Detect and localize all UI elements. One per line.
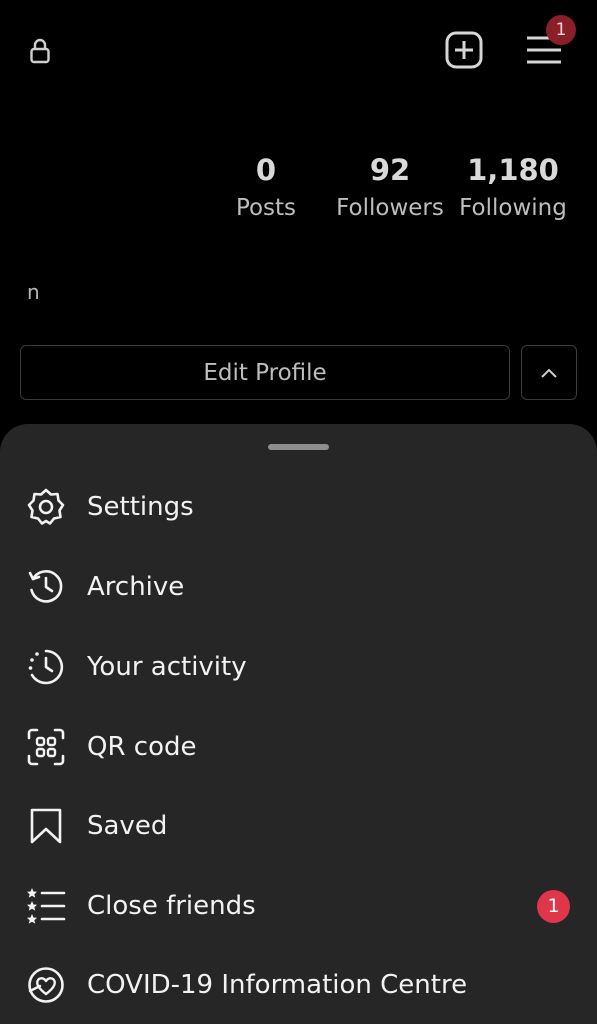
menu-item-covid-info[interactable]: COVID-19 Information Centre	[0, 950, 597, 1020]
menu-item-saved[interactable]: Saved	[0, 791, 597, 861]
menu-item-label: COVID-19 Information Centre	[87, 970, 468, 1000]
profile-screen: 1 0 Posts 92 Followers 1,180 Following n…	[0, 0, 597, 1024]
posts-stat[interactable]: 0 Posts	[226, 150, 306, 226]
close-friends-badge: 1	[537, 889, 570, 923]
following-stat[interactable]: 1,180 Following	[452, 150, 574, 226]
menu-item-label: Settings	[87, 492, 194, 522]
menu-item-label: QR code	[87, 732, 197, 762]
options-bottom-sheet: Settings Archive Your activity QR code S…	[0, 424, 597, 1024]
archive-icon	[26, 567, 66, 607]
posts-count: 0	[255, 153, 277, 187]
menu-item-archive[interactable]: Archive	[0, 552, 597, 622]
covid-info-icon	[26, 965, 66, 1005]
new-post-icon[interactable]	[444, 30, 484, 70]
followers-count: 92	[369, 153, 411, 187]
profile-name: n	[27, 280, 40, 304]
following-count: 1,180	[467, 153, 559, 187]
followers-stat[interactable]: 92 Followers	[330, 150, 450, 226]
followers-label: Followers	[336, 195, 444, 221]
menu-item-label: Close friends	[87, 891, 256, 921]
menu-item-settings[interactable]: Settings	[0, 472, 597, 542]
menu-item-label: Saved	[87, 811, 168, 841]
menu-item-qr-code[interactable]: QR code	[0, 712, 597, 782]
menu-notification-badge: 1	[546, 15, 576, 45]
menu-item-close-friends[interactable]: Close friends 1	[0, 871, 597, 941]
edit-profile-button[interactable]: Edit Profile	[20, 345, 510, 400]
menu-item-your-activity[interactable]: Your activity	[0, 632, 597, 702]
chevron-up-icon	[539, 367, 559, 379]
lock-icon	[28, 36, 52, 66]
qr-code-icon	[26, 727, 66, 767]
suggestions-toggle-button[interactable]	[521, 345, 577, 400]
menu-item-label: Your activity	[87, 652, 247, 682]
activity-icon	[26, 647, 66, 687]
gear-icon	[26, 487, 66, 527]
sheet-drag-handle[interactable]	[268, 444, 329, 450]
menu-item-label: Archive	[87, 572, 185, 602]
following-label: Following	[459, 195, 567, 221]
close-friends-icon	[26, 886, 66, 926]
bookmark-icon	[26, 806, 66, 846]
posts-label: Posts	[235, 195, 297, 221]
